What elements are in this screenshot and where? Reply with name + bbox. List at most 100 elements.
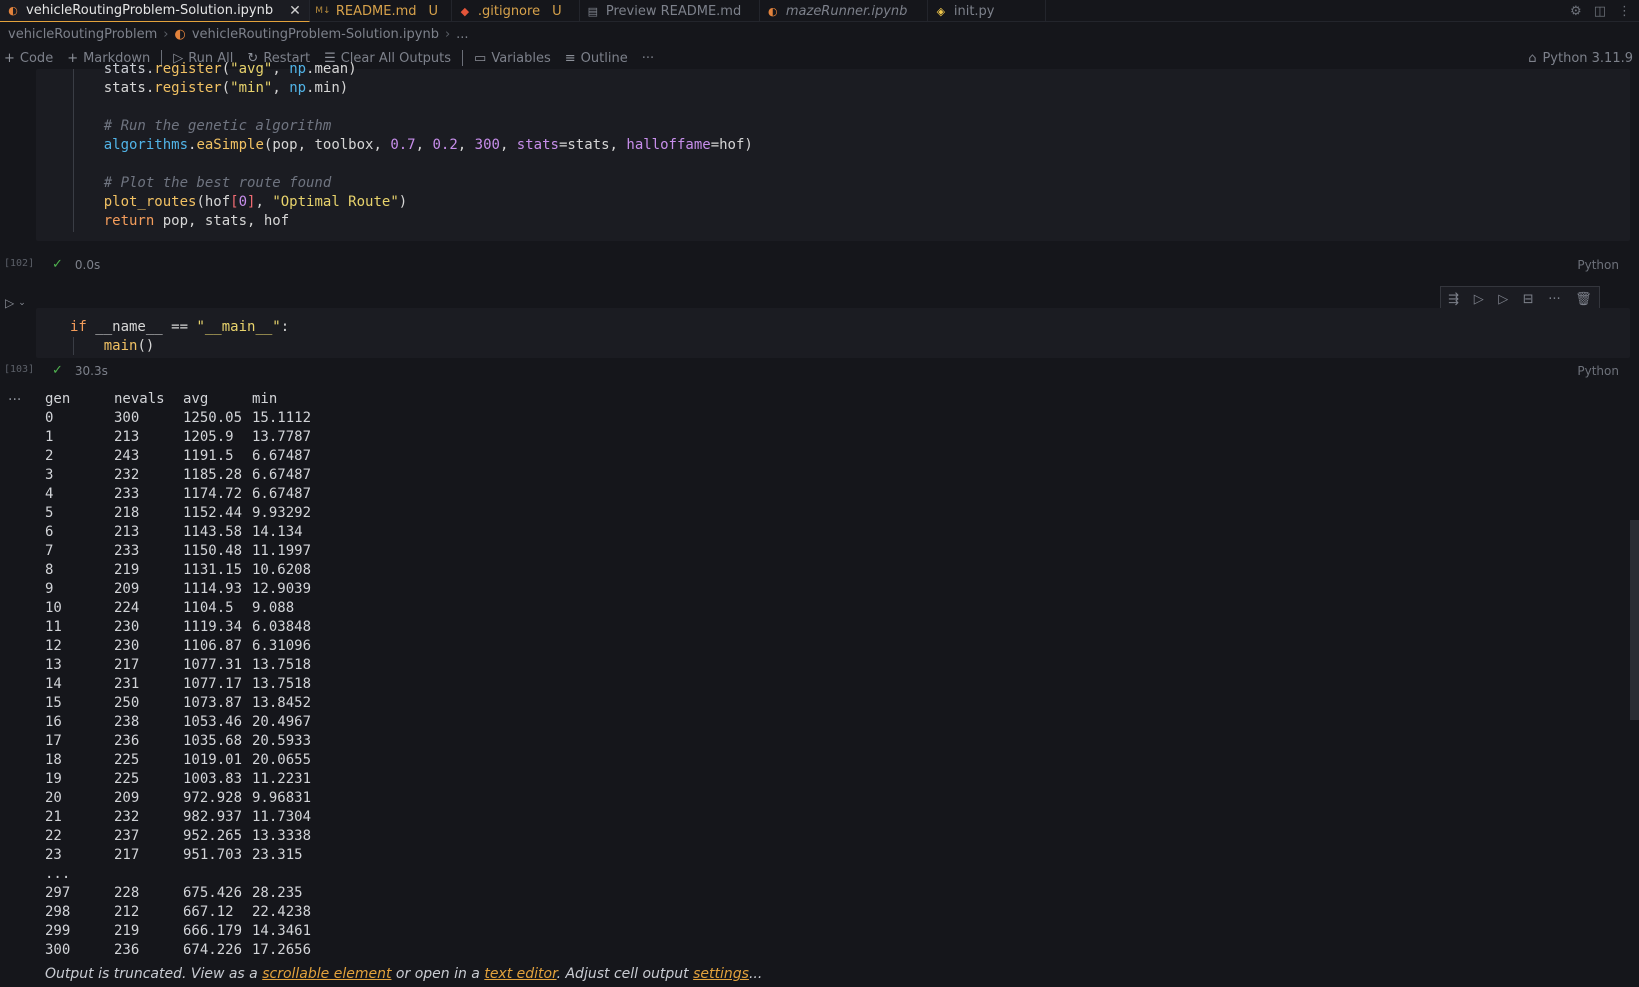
more-icon[interactable]: ··· xyxy=(1548,292,1560,307)
output-header: nevals xyxy=(114,391,165,407)
close-icon[interactable]: ✕ xyxy=(289,3,301,19)
gear-icon[interactable]: ⚙ xyxy=(1570,4,1582,19)
more-actions-icon[interactable]: ⋮ xyxy=(1618,4,1631,19)
output-cell: 6.31096 xyxy=(252,638,312,654)
output-row: 17 236 1035.68 20.5933 xyxy=(45,732,311,751)
output-row: 7 233 1150.48 11.1997 xyxy=(45,542,311,561)
output-row: 13 217 1077.31 13.7518 xyxy=(45,656,311,675)
tab-maze-runner[interactable]: ◐ mazeRunner.ipynb xyxy=(760,0,928,22)
jupyter-icon: ◐ xyxy=(174,26,186,42)
output-cell: 1 xyxy=(45,429,54,445)
output-cell: 1106.87 xyxy=(183,638,243,654)
output-cell: 1053.46 xyxy=(183,714,243,730)
output-cell: 243 xyxy=(114,448,140,464)
tab-label: README.md xyxy=(335,3,417,19)
output-cell: 11.7304 xyxy=(252,809,312,825)
output-row: 12 230 1106.87 6.31096 xyxy=(45,637,311,656)
output-cell: 1150.48 xyxy=(183,543,243,559)
output-cell: 20.5933 xyxy=(252,733,312,749)
tab-label: vehicleRoutingProblem-Solution.ipynb xyxy=(26,3,274,18)
settings-link[interactable]: settings xyxy=(693,966,749,982)
run-by-line-icon[interactable]: ⇶ xyxy=(1448,292,1459,307)
play-icon: ▷ xyxy=(5,296,15,310)
output-cell: 6.03848 xyxy=(252,619,312,635)
output-cell: 16 xyxy=(45,714,62,730)
output-cell: 13 xyxy=(45,657,62,673)
output-rows: 0 300 1250.05 15.1112 1 213 1205.9 13.7787 2 243 1… xyxy=(45,409,311,865)
tab-init-py[interactable]: ◈ init.py xyxy=(928,0,1046,22)
output-row: 5 218 1152.44 9.93292 xyxy=(45,504,311,523)
scrollbar-thumb[interactable] xyxy=(1630,520,1639,720)
output-actions-button[interactable]: ··· xyxy=(8,392,21,408)
cell-102-code[interactable]: stats.register("avg", np.mean) stats.reg… xyxy=(70,60,753,231)
output-cell: 9.96831 xyxy=(252,790,312,806)
output-row: 4 233 1174.72 6.67487 xyxy=(45,485,311,504)
kernel-picker[interactable]: ⌂ Python 3.11.9 xyxy=(1528,47,1633,69)
output-cell: 23.315 xyxy=(252,847,303,863)
breadcrumb-more[interactable]: ... xyxy=(456,27,468,42)
output-cell: 219 xyxy=(114,562,140,578)
output-cell: 13.8452 xyxy=(252,695,312,711)
tab-label: .gitignore xyxy=(477,3,541,19)
cell-language[interactable]: Python xyxy=(1577,364,1619,378)
output-cell: 675.426 xyxy=(183,885,243,901)
trash-icon[interactable]: 🗑 xyxy=(1575,292,1592,307)
output-cell: 13.7518 xyxy=(252,676,312,692)
execution-count: [102] xyxy=(4,258,35,269)
output-cell: 1174.72 xyxy=(183,486,243,502)
text-editor-link[interactable]: text editor xyxy=(484,966,556,982)
output-row: 297 228 675.426 28.235 xyxy=(45,884,311,903)
output-cell: 1205.9 xyxy=(183,429,234,445)
output-cell: 209 xyxy=(114,581,140,597)
output-cell: 23 xyxy=(45,847,62,863)
output-cell: 3 xyxy=(45,467,54,483)
tab-gitignore[interactable]: ◆ .gitignore U xyxy=(452,0,580,22)
output-cell: 1019.01 xyxy=(183,752,243,768)
markdown-icon: M↓ xyxy=(315,6,331,16)
ellipsis-text: ... xyxy=(45,866,71,882)
python-icon: ◈ xyxy=(936,4,946,18)
chevron-down-icon: ⌄ xyxy=(18,298,26,308)
output-row: 21 232 982.937 11.7304 xyxy=(45,808,311,827)
output-cell: 231 xyxy=(114,676,140,692)
output-cell: 20.4967 xyxy=(252,714,312,730)
output-row: 300 236 674.226 17.2656 xyxy=(45,941,311,960)
tab-vehicle-routing-notebook[interactable]: ◐ vehicleRoutingProblem-Solution.ipynb ✕ xyxy=(0,0,310,22)
untracked-badge: U xyxy=(428,3,439,19)
output-cell: 298 xyxy=(45,904,71,920)
output-row: 19 225 1003.83 11.2231 xyxy=(45,770,311,789)
output-cell: 13.7787 xyxy=(252,429,312,445)
output-cell: 1035.68 xyxy=(183,733,243,749)
execute-below-icon[interactable]: ▷ xyxy=(1498,292,1508,307)
execution-time: 30.3s xyxy=(74,363,108,378)
scrollable-element-link[interactable]: scrollable element xyxy=(262,966,391,982)
output-cell: 674.226 xyxy=(183,942,243,958)
tab-label: Preview README.md xyxy=(605,3,742,19)
output-cell: 228 xyxy=(114,885,140,901)
cell-103-code[interactable]: if __name__ == "__main__": main() xyxy=(70,318,289,356)
breadcrumb-file[interactable]: vehicleRoutingProblem-Solution.ipynb xyxy=(192,27,439,42)
notice-text: or open in a xyxy=(391,966,485,982)
add-code-cell-button[interactable]: + Code xyxy=(0,48,60,68)
output-row: 2 243 1191.5 6.67487 xyxy=(45,447,311,466)
split-cell-icon[interactable]: ⊟ xyxy=(1523,292,1534,307)
execute-above-icon[interactable]: ▷ xyxy=(1474,292,1484,307)
tab-preview-readme[interactable]: ▤ Preview README.md xyxy=(580,0,760,22)
output-row: 299 219 666.179 14.3461 xyxy=(45,922,311,941)
output-row: 1 213 1205.9 13.7787 xyxy=(45,428,311,447)
output-cell: 1185.28 xyxy=(183,467,243,483)
tab-readme[interactable]: M↓ README.md U xyxy=(310,0,452,22)
split-editor-icon[interactable]: ◫ xyxy=(1594,4,1606,19)
button-label: Code xyxy=(19,50,54,66)
output-cell: 22 xyxy=(45,828,62,844)
output-cell: 10.6208 xyxy=(252,562,312,578)
output-cell: 14.134 xyxy=(252,524,303,540)
output-cell: 14 xyxy=(45,676,62,692)
output-cell: 22.4238 xyxy=(252,904,312,920)
cell-language[interactable]: Python xyxy=(1577,258,1619,272)
run-cell-button[interactable]: ▷ ⌄ xyxy=(5,296,26,310)
jupyter-icon: ◐ xyxy=(8,4,18,17)
breadcrumb-folder[interactable]: vehicleRoutingProblem xyxy=(8,27,157,42)
output-cell: 15.1112 xyxy=(252,410,312,426)
output-cell: 224 xyxy=(114,600,140,616)
